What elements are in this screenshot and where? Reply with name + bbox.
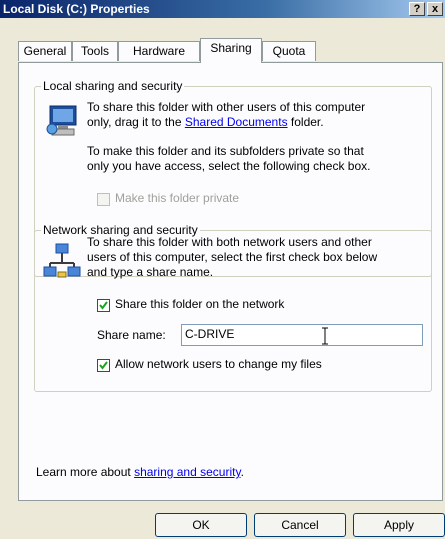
tab-hardware[interactable]: Hardware — [118, 41, 200, 61]
computer-icon — [45, 103, 81, 139]
learn-more-suffix: . — [240, 465, 244, 479]
network-para-line1: To share this folder with both network u… — [87, 235, 372, 249]
checkmark-icon — [99, 301, 108, 310]
tab-quota[interactable]: Quota — [262, 41, 316, 61]
local-para1-line1: To share this folder with other users of… — [87, 100, 366, 114]
cancel-button[interactable]: Cancel — [254, 513, 346, 537]
tab-sharing[interactable]: Sharing — [200, 38, 262, 63]
local-para1-suffix: folder. — [287, 115, 324, 129]
help-button[interactable]: ? — [409, 2, 425, 16]
network-icon — [42, 243, 82, 279]
local-para2-line1: To make this folder and its subfolders p… — [87, 144, 364, 158]
apply-button[interactable]: Apply — [353, 513, 445, 537]
local-sharing-legend: Local sharing and security — [41, 79, 185, 93]
share-name-input[interactable]: C-DRIVE — [181, 324, 423, 346]
share-folder-label: Share this folder on the network — [115, 297, 285, 311]
allow-change-label: Allow network users to change my files — [115, 357, 322, 371]
window-title: Local Disk (C:) Properties — [3, 2, 150, 16]
shared-documents-link[interactable]: Shared Documents — [185, 115, 288, 129]
network-para-line3: and type a share name. — [87, 265, 214, 279]
title-bar: Local Disk (C:) Properties ? x — [0, 0, 445, 18]
learn-more-prefix: Learn more about — [36, 465, 135, 479]
checkmark-icon — [99, 361, 108, 370]
learn-more-text: Learn more about sharing and security. — [36, 465, 244, 480]
tab-general[interactable]: General — [18, 41, 72, 61]
sharing-security-link[interactable]: sharing and security — [134, 465, 241, 479]
network-para-line2: users of this computer, select the first… — [87, 250, 378, 264]
share-name-label: Share name: — [97, 328, 166, 342]
network-sharing-group: Network sharing and security To share th… — [34, 223, 432, 392]
local-para1-prefix: only, drag it to the — [87, 115, 185, 129]
allow-change-checkbox[interactable] — [97, 359, 110, 372]
make-private-label: Make this folder private — [115, 191, 240, 205]
local-para1-line2: only, drag it to the Shared Documents fo… — [87, 115, 324, 130]
local-para2-line2: only you have access, select the followi… — [87, 159, 371, 173]
close-button[interactable]: x — [427, 2, 443, 16]
tab-tools[interactable]: Tools — [72, 41, 118, 61]
ok-button[interactable]: OK — [155, 513, 247, 537]
make-private-checkbox[interactable] — [97, 193, 110, 206]
share-folder-checkbox[interactable] — [97, 299, 110, 312]
text-cursor-icon — [320, 327, 330, 345]
tab-panel: Local sharing and security To share this… — [18, 62, 443, 501]
